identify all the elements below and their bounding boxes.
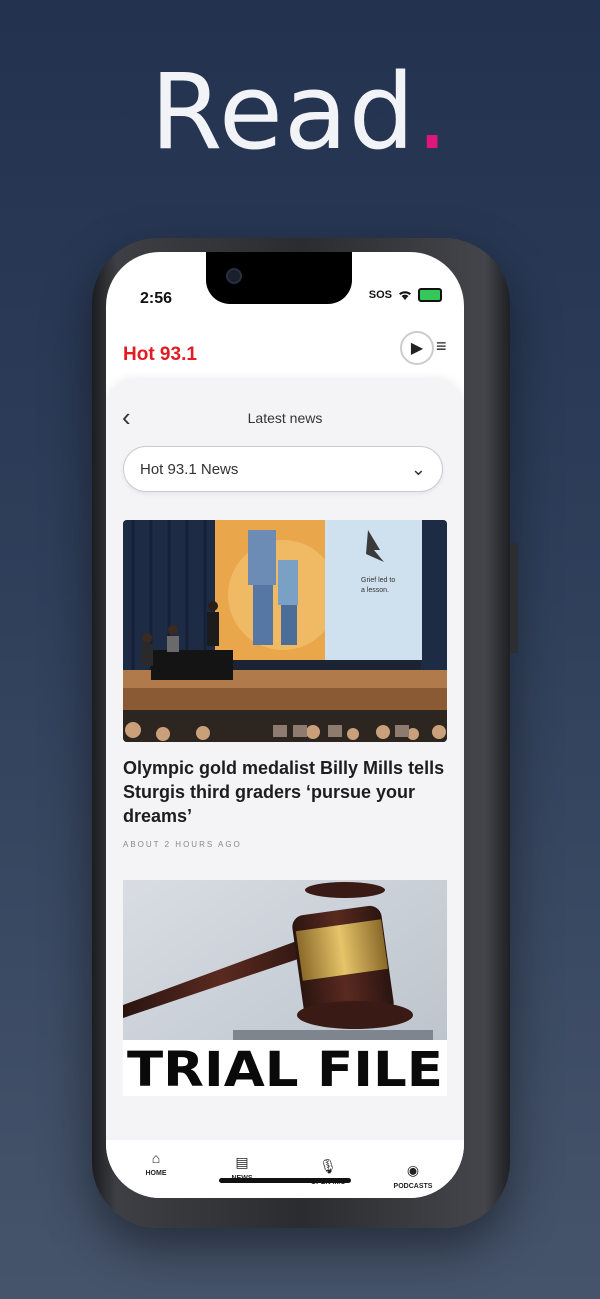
news-panel: ‹ Latest news Hot 93.1 News ⌄ Grief led …	[106, 380, 464, 1140]
hero-dot: .	[415, 51, 450, 173]
newspaper-icon: ▤	[235, 1154, 249, 1170]
home-icon: ⌂	[151, 1150, 161, 1166]
phone-frame: 2:56 SOS Hot 93.1 ▶ ≡ ‹ Latest news Hot …	[92, 238, 518, 1228]
gavel-image: TRIAL FILE	[123, 880, 447, 1096]
article-image[interactable]: Grief led to a lesson.	[123, 520, 447, 742]
play-icon: ▶	[410, 340, 424, 357]
dropdown-value: Hot 93.1 News	[140, 460, 239, 478]
menu-icon[interactable]: ≡	[436, 336, 447, 357]
stage-presentation-image: Grief led to a lesson.	[123, 520, 447, 742]
trial-file-caption: TRIAL FILE	[127, 1042, 443, 1096]
news-source-dropdown[interactable]: Hot 93.1 News ⌄	[123, 446, 443, 492]
hero-headline: Read.	[0, 52, 600, 172]
status-icons: SOS	[369, 288, 442, 302]
status-time: 2:56	[140, 290, 173, 307]
wifi-icon	[399, 291, 411, 300]
hero-word: Read	[150, 51, 416, 173]
microphone-icon: 🎙	[319, 1158, 337, 1174]
phone-screen: 2:56 SOS Hot 93.1 ▶ ≡ ‹ Latest news Hot …	[106, 252, 464, 1198]
article-title[interactable]: Olympic gold medalist Billy Mills tells …	[123, 756, 447, 828]
page-title: Latest news	[247, 410, 323, 426]
front-camera	[226, 268, 242, 284]
tab-bar: ⌂ HOME ▤ NEWS 🎙 OPEN MIC ◉ PODCASTS	[106, 1140, 464, 1198]
play-button[interactable]: ▶	[400, 331, 434, 365]
tab-home[interactable]: ⌂ HOME	[121, 1150, 191, 1177]
podcast-icon: ◉	[406, 1162, 420, 1178]
app-header: Hot 93.1 ▶ ≡	[106, 322, 464, 382]
station-logo[interactable]: Hot 93.1	[123, 344, 197, 366]
article-image-2[interactable]: TRIAL FILE	[123, 880, 447, 1096]
tab-podcasts[interactable]: ◉ PODCASTS	[378, 1162, 448, 1190]
home-indicator[interactable]	[219, 1178, 351, 1183]
sos-indicator: SOS	[368, 289, 392, 301]
chevron-down-icon: ⌄	[410, 458, 426, 479]
article-timestamp: ABOUT 2 HOURS AGO	[123, 840, 242, 849]
tab-label: HOME	[145, 1170, 167, 1177]
battery-icon	[418, 288, 442, 302]
tab-label: PODCASTS	[393, 1183, 433, 1190]
phone-side-button	[510, 543, 518, 653]
